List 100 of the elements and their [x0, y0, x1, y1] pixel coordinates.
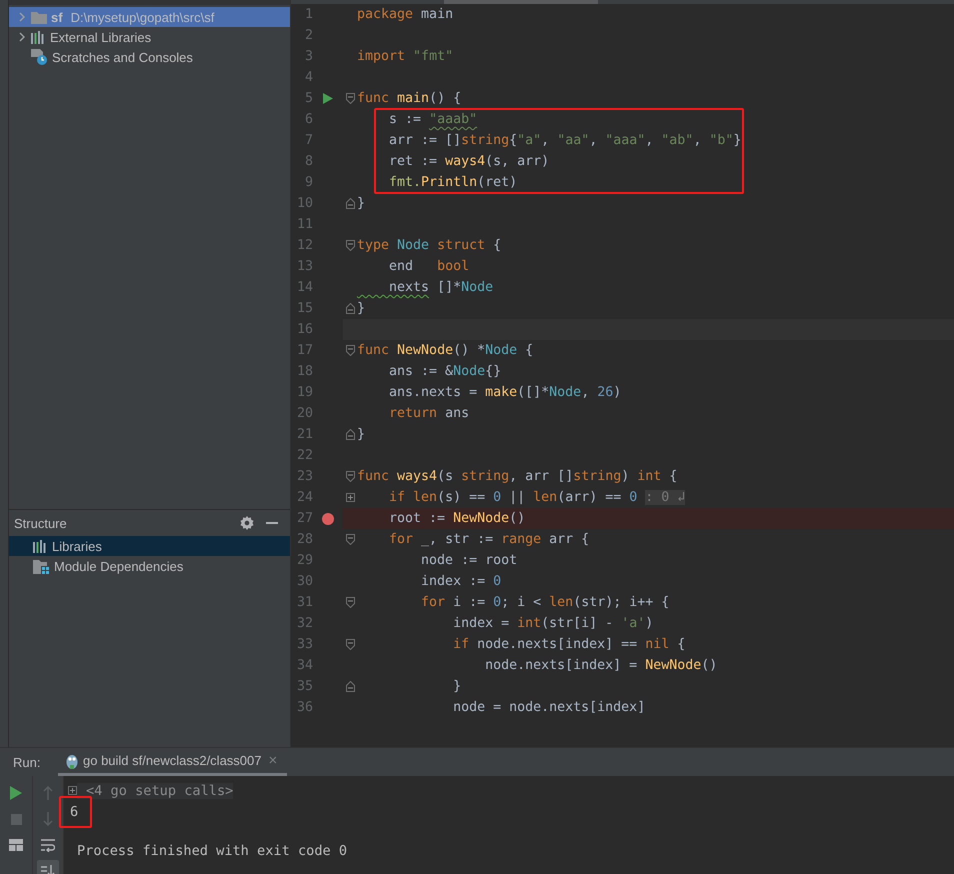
code-line: } [357, 195, 366, 213]
line-number: 32 [296, 616, 313, 631]
code-line: func NewNode() *Node { [357, 342, 534, 360]
line-number: 15 [296, 301, 313, 316]
scroll-to-end-icon [41, 864, 55, 874]
code-line: end bool [388, 258, 470, 276]
code-line: for i := 0; i < len(str); i++ { [420, 594, 670, 612]
code-line: type Node struct { [357, 237, 502, 255]
code-line: } [357, 300, 366, 318]
code-line: if node.nexts[index] == nil { [452, 636, 686, 654]
code-line: index := 0 [420, 573, 502, 591]
line-number: 6 [304, 112, 313, 127]
line-number: 14 [296, 280, 313, 295]
console-output: Process finished with exit code 0 [76, 843, 348, 859]
fold-icon[interactable] [346, 597, 354, 608]
code-line: fmt.Println(ret) [388, 174, 518, 192]
breakpoint-icon[interactable] [322, 512, 334, 524]
line-number: 21 [296, 427, 313, 442]
line-number: 29 [296, 553, 313, 568]
fold-icon[interactable] [346, 303, 354, 314]
line-number: 31 [296, 595, 313, 610]
tree-item[interactable]: Module Dependencies [9, 556, 290, 576]
line-number: 23 [296, 469, 313, 484]
code-line: ans := &Node{} [388, 363, 502, 381]
line-number: 34 [296, 658, 313, 673]
scratch-file-icon [31, 49, 48, 65]
line-number: 1 [304, 7, 313, 22]
line-number: 28 [296, 532, 313, 547]
module-folder-icon [33, 558, 50, 574]
down-arrow-icon [43, 812, 53, 826]
code-line: ret := ways4(s, arr) [388, 153, 550, 171]
line-number: 19 [296, 385, 313, 400]
code-line: import "fmt" [357, 48, 454, 66]
code-line: node = node.nexts[index] [452, 699, 646, 717]
line-number: 3 [304, 49, 313, 64]
panel-title: Structure [14, 516, 68, 530]
line-number: 16 [296, 322, 313, 337]
tree-item[interactable]: Scratches and Consoles [9, 47, 290, 67]
expand-icon[interactable] [346, 493, 354, 502]
fold-icon[interactable] [346, 681, 354, 692]
line-number: 24 [296, 490, 313, 505]
fold-icon[interactable] [346, 93, 354, 104]
line-number: 36 [296, 700, 313, 715]
line-number: 7 [304, 133, 313, 148]
code-line: s := "aaab" [388, 111, 478, 129]
tree-item[interactable]: External Libraries [9, 27, 290, 47]
line-number: 10 [296, 196, 313, 211]
line-number: 22 [296, 448, 313, 463]
line-number: 5 [304, 91, 313, 106]
code-line: func ways4(s string, arr []string) int { [357, 468, 678, 486]
soft-wrap-icon [41, 838, 55, 852]
line-number: 9 [304, 175, 313, 190]
fold-icon[interactable] [346, 639, 354, 650]
code-line: root := NewNode() [388, 510, 526, 528]
line-number: 33 [296, 637, 313, 652]
code-line: return ans [388, 405, 470, 423]
code-line: node.nexts[index] = NewNode() [484, 657, 718, 675]
fold-icon[interactable] [346, 345, 354, 356]
line-number: 27 [296, 511, 313, 526]
up-arrow-icon [43, 786, 53, 800]
line-number: 8 [304, 154, 313, 169]
run-icon [10, 786, 22, 800]
library-icon [33, 540, 48, 552]
fold-icon[interactable] [346, 534, 354, 545]
line-number: 20 [296, 406, 313, 421]
chevron-icon[interactable] [17, 32, 27, 42]
line-number: 17 [296, 343, 313, 358]
line-number: 4 [304, 70, 313, 85]
fold-icon[interactable] [346, 198, 354, 209]
console-output: <4 go setup calls> [77, 782, 234, 798]
run-tab[interactable]: go build sf/newclass2/class007 × [58, 748, 288, 776]
code-line: } [452, 678, 462, 696]
expand-icon[interactable] [68, 786, 77, 795]
tree-item[interactable]: Libraries [9, 536, 290, 556]
code-line: for _, str := range arr { [388, 531, 590, 549]
fold-icon[interactable] [346, 240, 354, 251]
code-line: ans.nexts = make([]*Node, 26) [388, 384, 622, 402]
stop-icon [10, 814, 22, 824]
line-number: 2 [304, 28, 313, 43]
line-number: 12 [296, 238, 313, 253]
line-number: 30 [296, 574, 313, 589]
line-number: 11 [296, 217, 313, 232]
fold-icon[interactable] [346, 471, 354, 482]
layout-icon [9, 839, 23, 851]
line-number: 18 [296, 364, 313, 379]
gopher-icon [66, 752, 78, 768]
code-line: node := root [420, 552, 518, 570]
run-icon[interactable] [323, 93, 333, 104]
panel-label: Run: [13, 754, 42, 770]
fold-icon[interactable] [346, 429, 354, 440]
code-line: package main [357, 6, 454, 24]
code-line: } [357, 426, 366, 444]
code-line: func main() { [357, 90, 462, 108]
code-line: index = int(str[i] - 'a') [452, 615, 654, 633]
library-icon [31, 30, 46, 44]
code-line: nexts []*Node [388, 279, 494, 297]
settings-icon[interactable] [240, 516, 254, 530]
highlighted-output: 6 [59, 796, 92, 828]
folder-icon [31, 10, 47, 24]
line-number: 35 [296, 679, 313, 694]
